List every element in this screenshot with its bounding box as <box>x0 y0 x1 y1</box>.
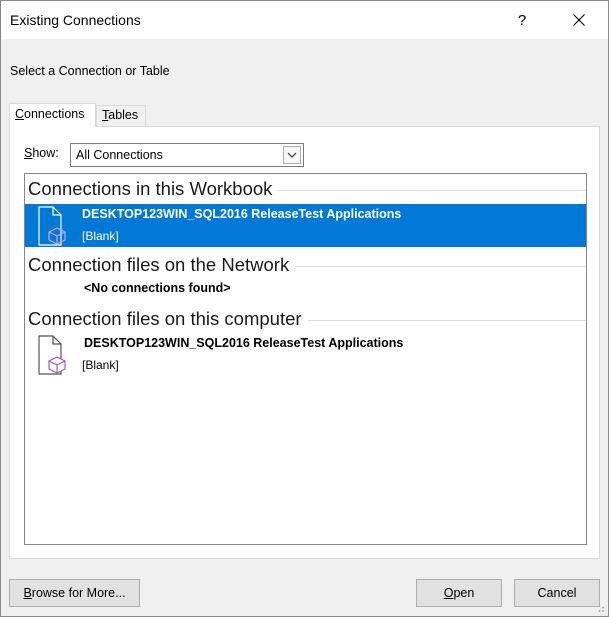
dialog-title: Existing Connections <box>10 12 141 28</box>
connection-item-computer[interactable]: DESKTOP123WIN_SQL2016 ReleaseTest Applic… <box>25 333 586 376</box>
connection-file-icon <box>38 335 66 375</box>
existing-connections-dialog: Existing Connections ? Select a Connecti… <box>0 0 609 617</box>
group-header-workbook: Connections in this Workbook <box>28 178 586 200</box>
tab-tables[interactable]: Tables <box>96 105 146 127</box>
group-header-computer: Connection files on this computer <box>28 308 586 330</box>
group-divider <box>278 190 586 191</box>
open-label: pen <box>453 586 475 600</box>
group-title-workbook: Connections in this Workbook <box>28 178 273 199</box>
resize-grip-icon[interactable] <box>595 603 605 613</box>
help-button[interactable]: ? <box>499 1 545 39</box>
instruction-text: Select a Connection or Table <box>10 64 170 78</box>
show-label-text: how: <box>32 146 59 160</box>
tab-connections[interactable]: Connections <box>9 103 96 127</box>
open-accel: O <box>443 586 454 600</box>
title-bar: Existing Connections ? <box>1 1 608 39</box>
show-label: Show: <box>24 146 59 160</box>
browse-for-more-button[interactable]: Browse for More... <box>9 579 140 607</box>
tab-connections-label: onnections <box>24 107 85 121</box>
connection-file-icon <box>38 206 66 246</box>
group-title-computer: Connection files on this computer <box>28 308 302 329</box>
close-icon <box>573 14 585 26</box>
group-divider <box>307 320 586 321</box>
group-divider <box>295 266 586 267</box>
connections-list[interactable]: Connections in this Workbook DESKTOP123W… <box>24 173 587 545</box>
open-button[interactable]: Open <box>416 579 502 607</box>
browse-accel: B <box>23 586 32 600</box>
tab-connections-accel: C <box>15 107 25 121</box>
connection-description: [Blank] <box>82 358 119 372</box>
cancel-button[interactable]: Cancel <box>514 579 600 607</box>
close-button[interactable] <box>554 1 604 39</box>
connection-description: [Blank] <box>82 229 119 243</box>
group-header-network: Connection files on the Network <box>28 254 586 276</box>
connection-name: DESKTOP123WIN_SQL2016 ReleaseTest Applic… <box>82 207 402 221</box>
chevron-down-icon <box>287 152 297 158</box>
tab-tables-label: ables <box>108 108 139 122</box>
show-filter-select[interactable]: All Connections <box>70 143 304 167</box>
connection-item-workbook[interactable]: DESKTOP123WIN_SQL2016 ReleaseTest Applic… <box>25 204 586 247</box>
show-filter-value: All Connections <box>76 148 163 162</box>
connection-name: DESKTOP123WIN_SQL2016 ReleaseTest Applic… <box>84 336 404 350</box>
dropdown-button[interactable] <box>283 146 301 164</box>
no-connections-message: <No connections found> <box>84 281 231 295</box>
browse-label: rowse for More... <box>31 586 126 600</box>
group-title-network: Connection files on the Network <box>28 254 290 275</box>
